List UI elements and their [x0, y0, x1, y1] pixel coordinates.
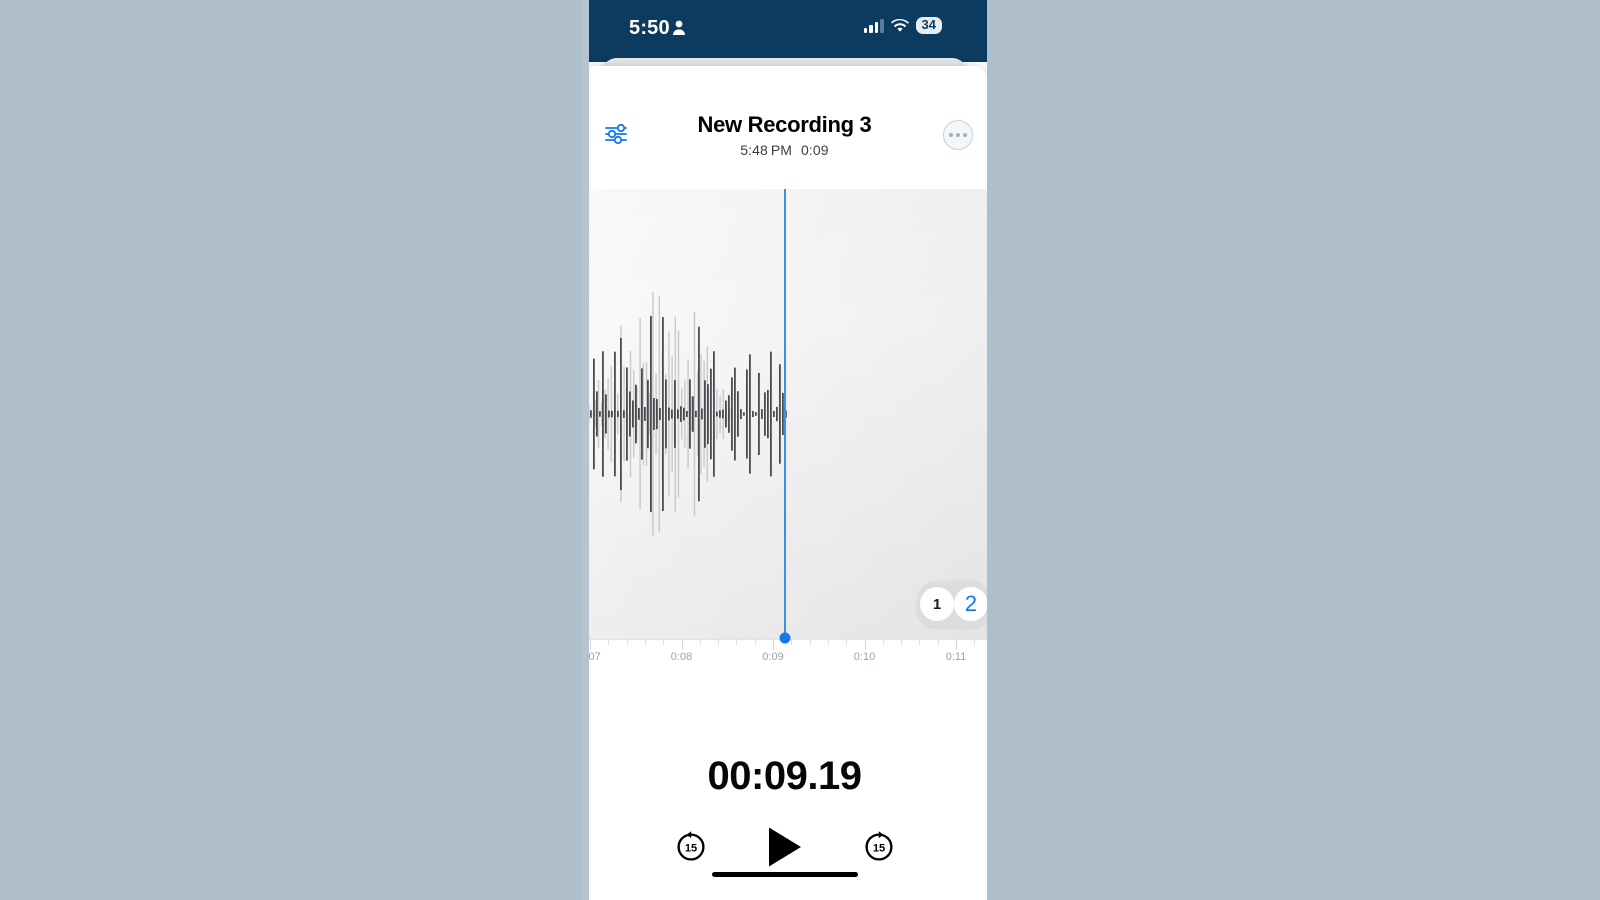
ruler-tick-minor [699, 639, 701, 645]
ruler-tick-minor [644, 639, 646, 645]
recording-time: 5:48 PM [740, 142, 793, 158]
ruler-tick-minor [754, 639, 756, 645]
battery-level: 34 [915, 17, 942, 34]
play-icon [768, 827, 801, 867]
ruler-tick-major [864, 639, 866, 650]
svg-text:15: 15 [684, 843, 696, 855]
page-title: New Recording 3 [697, 112, 872, 137]
ruler-label: 0:09 [762, 651, 784, 663]
ruler-tick-minor [718, 639, 720, 645]
ellipsis-circle-icon [949, 133, 953, 137]
ruler-label: 0:11 [945, 651, 967, 663]
play-button[interactable] [767, 826, 803, 868]
skip-forward-15-button[interactable]: 15 [862, 830, 896, 864]
ruler-tick-minor [901, 639, 903, 645]
wifi-icon [890, 18, 909, 32]
recording-meta: 5:48 PM 0:09 [582, 142, 987, 158]
ruler-tick-minor [937, 639, 939, 645]
ruler-tick-major [590, 639, 591, 650]
ruler-tick-minor [882, 639, 884, 645]
screenshot-root: 5:50 34 New Recording 3 5:48 PM 0:09 1 2… [0, 0, 1600, 900]
phone-screen: 5:50 34 New Recording 3 5:48 PM 0:09 1 2… [582, 0, 987, 900]
recording-duration: 0:09 [801, 142, 829, 158]
person-icon [673, 20, 685, 35]
recording-sheet: New Recording 3 5:48 PM 0:09 1 2 07 0:08… [582, 66, 987, 900]
ruler-tick-minor [974, 639, 976, 645]
status-bar-indicators: 34 [863, 17, 942, 34]
ruler-tick-minor [846, 639, 848, 645]
layer-segmented-control[interactable]: 1 2 [917, 581, 987, 627]
ruler-tick-minor [827, 639, 829, 645]
goforward-15-icon: 15 [864, 831, 893, 861]
playhead-knob[interactable] [779, 632, 791, 644]
ruler-tick-minor [791, 639, 793, 645]
ruler-label: 0:08 [670, 651, 693, 663]
home-indicator [711, 872, 858, 877]
waveform-editor[interactable]: 1 2 [582, 189, 987, 639]
ruler-tick-minor [809, 639, 811, 645]
status-bar-time: 5:50 [629, 17, 670, 39]
layer-option-1[interactable]: 1 [920, 587, 954, 621]
ruler-tick-major [681, 639, 683, 650]
timeline-ruler[interactable]: 0:070:080:090:100:11 [582, 632, 987, 677]
ruler-tick-minor [626, 639, 628, 645]
ruler-tick-major [773, 639, 774, 650]
transport-controls: 15 15 [582, 826, 987, 868]
status-bar: 5:50 34 [582, 0, 987, 62]
nav-bar: New Recording 3 5:48 PM 0:09 [582, 66, 987, 189]
ruler-label: 0:10 [853, 651, 876, 663]
skip-back-15-button[interactable]: 15 [674, 830, 708, 864]
screen-edge-strip [582, 0, 589, 900]
ruler-tick-minor [608, 639, 610, 645]
timecode-display: 00:09.19 [707, 754, 862, 798]
ruler-tick-minor [919, 639, 921, 645]
layer-option-2[interactable]: 2 [954, 587, 987, 621]
cellular-bars-icon [863, 18, 884, 33]
ruler-tick-minor [663, 639, 665, 645]
more-options-button[interactable] [943, 120, 973, 150]
ruler-tick-major [956, 639, 957, 650]
goback-15-icon: 15 [676, 831, 705, 861]
playhead-line[interactable] [784, 189, 786, 639]
svg-text:15: 15 [872, 843, 884, 855]
ruler-tick-minor [736, 639, 738, 645]
